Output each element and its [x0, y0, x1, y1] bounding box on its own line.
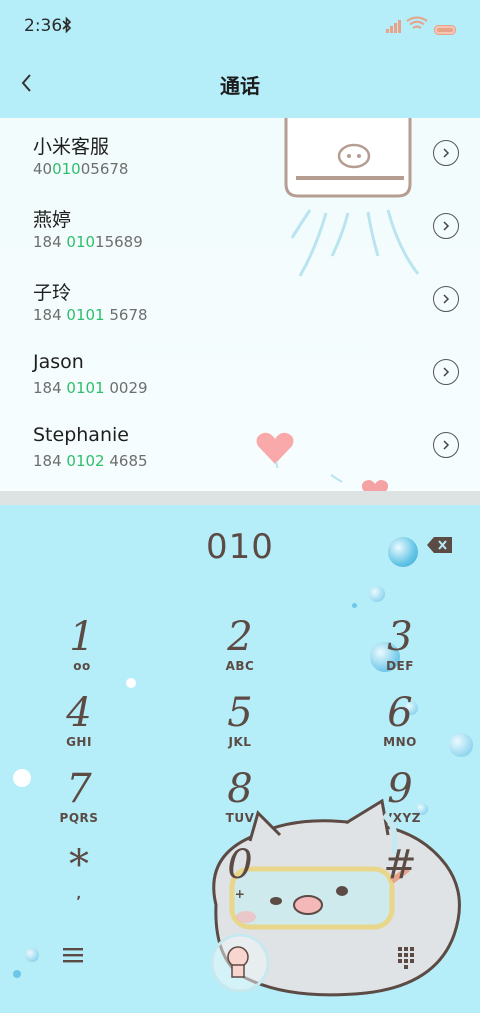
contact-row[interactable]: 燕婷 184 01015689 [0, 191, 480, 264]
header: 通话 [0, 52, 480, 118]
signal-icon [386, 18, 404, 37]
bubble-decoration [388, 537, 418, 567]
dialpad-area: 010 1 oo 2 ABC 3 DEF 4 GHI 5 JKL 6 MNO 7… [0, 505, 480, 1013]
contact-name: Jason [33, 351, 84, 373]
key-6[interactable]: 6 MNO [340, 691, 460, 757]
contact-name: 燕婷 [33, 209, 72, 231]
bluetooth-icon [62, 16, 72, 38]
key-4[interactable]: 4 GHI [19, 691, 139, 757]
contact-row[interactable]: Jason 184 0101 0029 [0, 337, 480, 410]
contact-name: Stephanie [33, 424, 129, 446]
number-part: 15689 [95, 233, 143, 251]
number-part: 184 [33, 452, 67, 470]
chevron-right-icon [443, 148, 450, 158]
contact-detail-button[interactable] [433, 213, 459, 239]
bubble-decoration [352, 603, 357, 608]
contact-number: 184 0101 0029 [33, 379, 148, 397]
chevron-right-icon [443, 221, 450, 231]
key-digit: 7 [66, 766, 92, 812]
key-digit: 4 [66, 690, 92, 736]
contact-row[interactable]: 小米客服 4001005678 [0, 118, 480, 191]
page-title: 通话 [220, 74, 260, 98]
number-part: 184 [33, 233, 67, 251]
number-part: 4685 [104, 452, 148, 470]
key-digit: * [69, 842, 89, 888]
chevron-right-icon [443, 294, 450, 304]
status-bar: 2:36 [0, 0, 480, 52]
key-letters: + [234, 887, 246, 901]
list-divider [0, 491, 480, 505]
bubble-decoration [13, 970, 21, 978]
key-hash[interactable]: # [340, 843, 460, 909]
status-time: 2:36 [24, 16, 63, 36]
key-letters: JKL [228, 735, 252, 749]
contact-detail-button[interactable] [433, 432, 459, 458]
contact-number: 184 01015689 [33, 233, 143, 251]
contact-detail-button[interactable] [433, 140, 459, 166]
menu-button[interactable] [62, 945, 84, 969]
contact-row[interactable]: 子玲 184 0101 5678 [0, 264, 480, 337]
key-2[interactable]: 2 ABC [180, 615, 300, 681]
key-letters: , [76, 887, 82, 901]
menu-icon [63, 948, 83, 963]
key-letters: GHI [66, 735, 92, 749]
contact-number: 4001005678 [33, 160, 128, 178]
number-part: 0029 [104, 379, 148, 397]
number-match: 010 [66, 233, 96, 251]
key-0[interactable]: 0 + [180, 843, 300, 909]
number-part: 184 [33, 306, 67, 324]
key-digit: # [383, 842, 417, 888]
chevron-right-icon [443, 440, 450, 450]
contact-list[interactable]: 小米客服 4001005678 燕婷 184 01015689 子玲 184 0… [0, 118, 480, 491]
number-part: 05678 [80, 160, 129, 178]
contact-detail-button[interactable] [433, 286, 459, 312]
key-digit: 5 [227, 690, 253, 736]
number-match: 0101 [66, 379, 105, 397]
dialpad-toggle-button[interactable] [396, 945, 416, 973]
contact-number: 184 0101 5678 [33, 306, 148, 324]
backspace-button[interactable] [426, 535, 454, 559]
chevron-right-icon [443, 367, 450, 377]
key-star[interactable]: * , [19, 843, 139, 909]
key-letters: DEF [386, 659, 414, 673]
backspace-icon [427, 537, 452, 553]
key-digit: 6 [387, 690, 413, 736]
number-match: 010 [52, 160, 81, 178]
key-digit: 3 [387, 614, 413, 660]
number-part: 40 [33, 160, 53, 178]
key-5[interactable]: 5 JKL [180, 691, 300, 757]
key-3[interactable]: 3 DEF [340, 615, 460, 681]
number-part: 5678 [104, 306, 148, 324]
key-digit: 1 [69, 614, 95, 660]
key-letters: PQRS [59, 811, 99, 825]
key-letters: MNO [383, 735, 417, 749]
key-letters: ABC [225, 659, 255, 673]
contact-detail-button[interactable] [433, 359, 459, 385]
key-7[interactable]: 7 PQRS [19, 767, 139, 833]
bubble-decoration [369, 586, 385, 602]
key-digit: 2 [227, 614, 253, 660]
contact-row[interactable]: Stephanie 184 0102 4685 [0, 410, 480, 483]
key-1[interactable]: 1 oo [22, 615, 142, 681]
number-match: 0102 [66, 452, 105, 470]
number-match: 0101 [66, 306, 105, 324]
contact-name: 子玲 [33, 282, 72, 304]
battery-icon [434, 20, 458, 39]
wifi-icon [406, 16, 428, 36]
bubble-decoration [25, 948, 39, 962]
key-digit: 0 [227, 842, 253, 888]
voicemail-icon: oo [73, 659, 91, 673]
contact-number: 184 0102 4685 [33, 452, 148, 470]
dialpad-grid-icon [398, 947, 414, 969]
number-part: 184 [33, 379, 67, 397]
contact-name: 小米客服 [33, 136, 110, 158]
